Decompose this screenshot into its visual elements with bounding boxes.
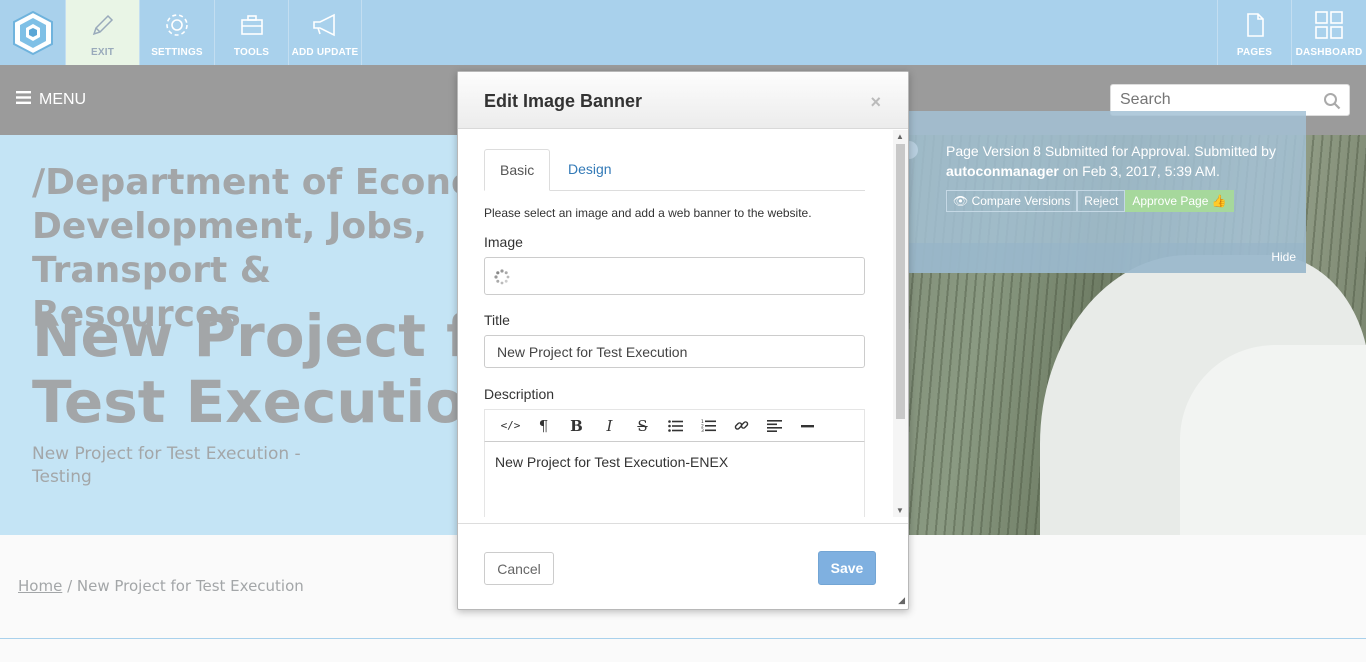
breadcrumb-current: / New Project for Test Execution bbox=[67, 577, 304, 595]
approval-footer: Hide bbox=[906, 243, 1306, 273]
image-label: Image bbox=[484, 234, 523, 250]
modal-tabs: Basic Design bbox=[484, 149, 865, 191]
scroll-down-icon[interactable]: ▼ bbox=[896, 506, 904, 515]
add-update-label: ADD UPDATE bbox=[291, 47, 359, 58]
title-input[interactable] bbox=[485, 336, 855, 367]
dashboard-button[interactable]: DASHBOARD bbox=[1291, 0, 1366, 65]
settings-button[interactable]: SETTINGS bbox=[139, 0, 214, 65]
pages-button[interactable]: PAGES bbox=[1217, 0, 1291, 65]
resize-handle-icon[interactable]: ◢ bbox=[898, 595, 905, 606]
toolbox-icon bbox=[238, 10, 266, 40]
image-picker[interactable] bbox=[484, 257, 865, 295]
align-left-icon[interactable] bbox=[758, 412, 791, 440]
eye-icon: 👁 bbox=[953, 194, 972, 208]
paragraph-icon[interactable]: ¶ bbox=[527, 412, 560, 440]
modal-scrollbar[interactable]: ▲ ▼ bbox=[893, 130, 908, 517]
loading-spinner-icon bbox=[494, 269, 510, 290]
save-button[interactable]: Save bbox=[818, 551, 876, 585]
project-subtitle: New Project for Test Execution - Testing bbox=[32, 444, 301, 487]
scrollbar-thumb[interactable] bbox=[896, 144, 905, 419]
thumbs-up-icon: 👍 bbox=[1211, 194, 1227, 208]
add-update-button[interactable]: ADD UPDATE bbox=[288, 0, 362, 65]
help-text: Please select an image and add a web ban… bbox=[484, 206, 812, 220]
tab-design[interactable]: Design bbox=[553, 149, 627, 191]
reject-button[interactable]: Reject bbox=[1077, 190, 1126, 212]
page-icon bbox=[1241, 10, 1269, 40]
bullet-list-icon[interactable] bbox=[659, 412, 692, 440]
approval-panel: Page Version 8 Submitted for Approval. S… bbox=[900, 111, 1306, 273]
modal-footer: Cancel Save ◢ bbox=[458, 523, 908, 609]
numbered-list-icon[interactable]: 123 bbox=[692, 412, 725, 440]
approval-message-text: Page Version 8 Submitted for Approval. S… bbox=[946, 143, 1276, 159]
scroll-up-icon[interactable]: ▲ bbox=[896, 132, 904, 141]
approval-actions: 👁 Compare Versions Reject Approve Page 👍 bbox=[946, 190, 1234, 212]
hamburger-icon bbox=[16, 91, 31, 109]
svg-text:3: 3 bbox=[701, 428, 704, 432]
description-editor[interactable]: New Project for Test Execution-ENEX bbox=[484, 442, 865, 517]
link-icon[interactable] bbox=[725, 412, 758, 440]
bold-icon[interactable]: B bbox=[560, 412, 593, 440]
modal-header: Edit Image Banner × bbox=[458, 72, 908, 129]
breadcrumb: Home / New Project for Test Execution bbox=[18, 577, 304, 595]
breadcrumb-home[interactable]: Home bbox=[18, 577, 62, 595]
pencil-icon bbox=[89, 10, 117, 40]
description-label: Description bbox=[484, 386, 555, 402]
code-icon[interactable]: </> bbox=[494, 412, 527, 440]
modal-title: Edit Image Banner bbox=[484, 91, 643, 111]
italic-icon[interactable]: I bbox=[593, 412, 626, 440]
exit-label: EXIT bbox=[90, 47, 115, 58]
tools-label: TOOLS bbox=[233, 47, 270, 58]
editor-toolbar: </> ¶ B I S 123 bbox=[484, 409, 865, 442]
hexagon-logo-icon[interactable] bbox=[0, 0, 65, 65]
settings-label: SETTINGS bbox=[151, 47, 203, 58]
approval-user: autoconmanager bbox=[946, 163, 1059, 179]
compare-versions-button[interactable]: 👁 Compare Versions bbox=[946, 190, 1078, 212]
menu-label: MENU bbox=[39, 91, 87, 108]
divider bbox=[0, 638, 1366, 639]
dashboard-grid-icon bbox=[1314, 10, 1344, 40]
approval-date: on Feb 3, 2017, 5:39 AM. bbox=[1062, 163, 1220, 179]
approval-message: Page Version 8 Submitted for Approval. S… bbox=[946, 141, 1286, 181]
approve-page-button[interactable]: Approve Page 👍 bbox=[1125, 190, 1234, 212]
approve-label: Approve Page bbox=[1132, 194, 1209, 208]
title-field bbox=[484, 335, 865, 368]
gear-icon bbox=[163, 10, 191, 40]
cancel-button[interactable]: Cancel bbox=[484, 552, 554, 585]
hide-link[interactable]: Hide bbox=[1271, 250, 1296, 264]
menu-button[interactable]: MENU bbox=[16, 91, 86, 109]
search-icon[interactable] bbox=[1323, 92, 1341, 115]
modal-body[interactable]: Basic Design Please select an image and … bbox=[458, 130, 908, 517]
pages-label: PAGES bbox=[1236, 47, 1273, 58]
megaphone-icon bbox=[310, 10, 340, 40]
tab-basic[interactable]: Basic bbox=[484, 149, 551, 191]
compare-label: Compare Versions bbox=[971, 194, 1071, 208]
strikethrough-icon[interactable]: S bbox=[626, 412, 659, 440]
title-label: Title bbox=[484, 312, 510, 328]
dashboard-label: DASHBOARD bbox=[1295, 47, 1363, 58]
horizontal-rule-icon[interactable] bbox=[791, 412, 824, 440]
admin-toolbar: EXIT SETTINGS TOOLS ADD UPDATE PAGES DAS… bbox=[0, 0, 1366, 65]
close-icon[interactable]: × bbox=[870, 92, 881, 113]
edit-image-banner-modal: Edit Image Banner × Basic Design Please … bbox=[457, 71, 909, 610]
tools-button[interactable]: TOOLS bbox=[214, 0, 288, 65]
exit-button[interactable]: EXIT bbox=[65, 0, 139, 65]
egret-body bbox=[1180, 345, 1366, 535]
